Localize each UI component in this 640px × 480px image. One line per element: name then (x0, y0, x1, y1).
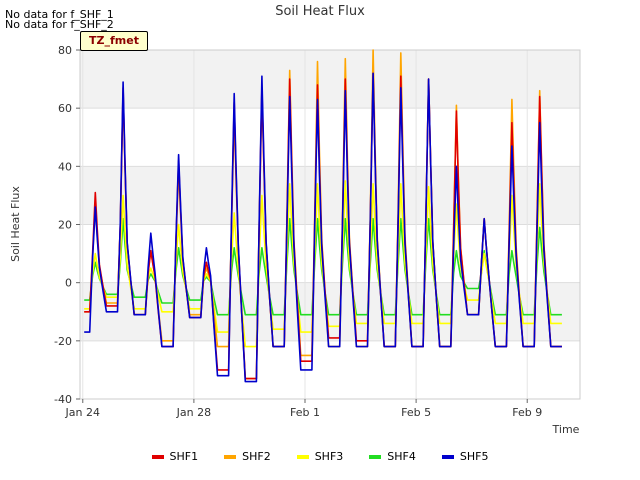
legend: SHF1 SHF2 SHF3 SHF4 SHF5 (0, 450, 640, 463)
y-axis-ticks: -40 -20 0 20 40 60 80 (54, 44, 80, 406)
x-axis-label: Time (552, 423, 580, 436)
x-tick-label: Feb 9 (512, 406, 542, 419)
y-tick-label: 80 (58, 44, 72, 57)
timezone-badge: TZ_fmet (80, 31, 148, 51)
legend-swatch-shf3 (296, 454, 309, 459)
y-tick-label: 60 (58, 102, 72, 115)
legend-label-shf1: SHF1 (169, 450, 199, 463)
x-tick-label: Feb 1 (290, 406, 320, 419)
y-axis-label: Soil Heat Flux (9, 186, 22, 262)
legend-label-shf5: SHF5 (459, 450, 489, 463)
y-tick-label: 20 (58, 219, 72, 232)
legend-label-shf4: SHF4 (387, 450, 416, 463)
legend-swatch-shf5 (441, 454, 454, 459)
chart-plot: -40 -20 0 20 40 60 80 Jan 24 Jan 28 Feb 1 Feb 5 Fe… (9, 44, 581, 436)
x-tick-label: Jan 28 (176, 406, 211, 419)
y-tick-label: -20 (54, 335, 72, 348)
plot-band (80, 108, 580, 167)
plot-band (80, 50, 580, 109)
plot-band (80, 340, 580, 399)
legend-swatch-shf1 (151, 454, 164, 459)
legend-label-shf2: SHF2 (242, 450, 271, 463)
plot-band (80, 282, 580, 341)
legend-item-shf5: SHF5 (441, 450, 489, 463)
y-tick-label: 40 (58, 160, 72, 173)
legend-item-shf2: SHF2 (224, 450, 271, 463)
y-tick-label: 0 (65, 277, 72, 290)
legend-item-shf1: SHF1 (151, 450, 199, 463)
legend-item-shf3: SHF3 (296, 450, 344, 463)
legend-item-shf4: SHF4 (369, 450, 416, 463)
legend-swatch-shf2 (224, 454, 237, 459)
x-axis-ticks: Jan 24 Jan 28 Feb 1 Feb 5 Feb 9 (65, 399, 542, 419)
legend-swatch-shf4 (369, 454, 382, 459)
plot-band (80, 166, 580, 225)
legend-label-shf3: SHF3 (314, 450, 344, 463)
y-tick-label: -40 (54, 393, 72, 406)
x-tick-label: Feb 5 (401, 406, 431, 419)
x-tick-label: Jan 24 (65, 406, 100, 419)
